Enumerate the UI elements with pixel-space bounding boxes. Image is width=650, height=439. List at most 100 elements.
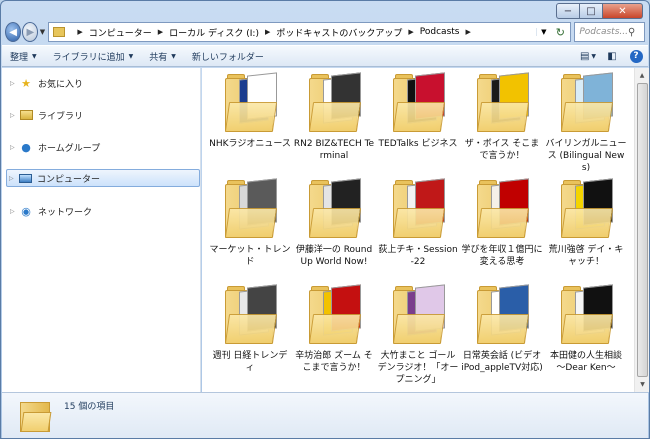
nav-item-label: コンピューター (37, 174, 101, 185)
folder-label: 大竹まこと ゴールデンラジオ！「オープニング」 (377, 351, 459, 385)
breadcrumb-podcasts[interactable]: Podcasts (420, 27, 460, 37)
vertical-scrollbar[interactable]: ▲ ▼ (634, 68, 649, 392)
folder-item[interactable]: 荻上チキ・Session-22 (376, 174, 460, 280)
computer-icon (18, 172, 32, 185)
folder-item[interactable]: マーケット・トレンド (208, 174, 292, 280)
expand-triangle-icon[interactable]: ▷ (10, 80, 18, 87)
maximize-button[interactable]: □ (580, 3, 603, 19)
folder-label: バイリンガルニュース (Bilingual News) (545, 139, 627, 173)
folder-item[interactable]: 週刊 日経トレンディ (208, 280, 292, 386)
folder-icon (476, 178, 530, 240)
breadcrumb-local-disk[interactable]: ローカル ディスク (I:) (169, 26, 259, 39)
refresh-icon[interactable]: ↻ (550, 26, 570, 39)
nav-item-libraries[interactable]: ▷ ライブラリ (8, 106, 199, 124)
folder-item[interactable]: 学びを年収１億円に変える思考 (460, 174, 544, 280)
chevron-down-icon: ▼ (32, 52, 37, 60)
folder-label: RN2 BIZ&TECH Terminal (293, 139, 375, 161)
search-icon[interactable]: ⚲ (628, 27, 644, 38)
chevron-right-icon[interactable]: ▶ (408, 28, 413, 36)
back-button[interactable]: ◀ (5, 22, 22, 42)
chevron-down-icon: ▼ (128, 52, 134, 60)
folder-icon (224, 72, 278, 134)
library-icon (19, 109, 33, 122)
folder-icon (308, 284, 362, 346)
recent-pages-dropdown[interactable]: ▼ (38, 28, 46, 36)
minimize-button[interactable]: − (556, 3, 580, 19)
forward-arrow-icon: ▶ (26, 26, 35, 38)
expand-triangle-icon[interactable]: ▷ (10, 208, 18, 215)
search-input[interactable]: Podcasts... ⚲ (574, 22, 645, 42)
organize-button[interactable]: 整理 ▼ (2, 45, 45, 67)
folder-label: 荻上チキ・Session-22 (378, 245, 458, 267)
folder-label: ザ・ボイス そこまで言うか！ (464, 139, 540, 161)
folder-item[interactable]: 辛坊治郎 ズーム そこまで言うか！ (292, 280, 376, 386)
details-pane: 15 個の項目 (2, 392, 648, 438)
caption-buttons: − □ ✕ (556, 3, 643, 19)
close-button[interactable]: ✕ (603, 3, 643, 19)
folder-item[interactable]: 伊藤洋一の Round Up World Now! (292, 174, 376, 280)
folder-label: TEDTalks ビジネス (378, 139, 458, 149)
folder-icon (224, 178, 278, 240)
folder-icon (308, 72, 362, 134)
folder-label: 週刊 日経トレンディ (212, 351, 288, 373)
breadcrumb-computer[interactable]: コンピューター (89, 26, 152, 39)
new-folder-label: 新しいフォルダー (191, 52, 264, 63)
folder-icon (392, 178, 446, 240)
nav-item-label: ネットワーク (38, 207, 93, 218)
network-icon: ◉ (21, 204, 31, 218)
add-to-library-button[interactable]: ライブラリに追加 ▼ (45, 45, 142, 67)
share-label: 共有 (149, 52, 168, 63)
chevron-right-icon[interactable]: ▶ (465, 28, 470, 36)
address-dropdown-icon[interactable]: ▼ (536, 28, 550, 36)
back-arrow-icon: ◀ (9, 26, 17, 38)
folder-label: マーケット・トレンド (209, 245, 291, 267)
nav-item-computer[interactable]: ▷ コンピューター (6, 169, 200, 187)
help-button[interactable]: ? (624, 45, 648, 67)
folder-item[interactable]: 荒川強啓 デイ・キャッチ！ (544, 174, 628, 280)
view-options-icon[interactable]: ▤ ▼ (576, 45, 600, 67)
folder-icon (53, 27, 66, 37)
new-folder-button[interactable]: 新しいフォルダー (184, 45, 272, 67)
preview-pane-icon[interactable]: ◧ (600, 45, 624, 67)
nav-item-favorites[interactable]: ▷ ★ お気に入り (8, 74, 199, 92)
address-bar[interactable]: ▶ コンピューター ▶ ローカル ディスク (I:) ▶ ポッドキャストのバック… (48, 22, 572, 42)
share-button[interactable]: 共有 ▼ (141, 45, 184, 67)
add-to-library-label: ライブラリに追加 (52, 52, 125, 63)
scroll-down-icon[interactable]: ▼ (635, 377, 649, 392)
command-bar: 整理 ▼ ライブラリに追加 ▼ 共有 ▼ 新しいフォルダー ▤ ▼ ◧ ? (2, 45, 648, 67)
nav-item-homegroup[interactable]: ▷ ● ホームグループ (8, 138, 199, 156)
folder-icon (476, 72, 530, 134)
folder-item[interactable]: 本田健の人生相談 ～Dear Ken～ (544, 280, 628, 386)
folder-item[interactable]: ザ・ボイス そこまで言うか！ (460, 68, 544, 174)
folder-label: 学びを年収１億円に変える思考 (461, 245, 543, 267)
help-icon: ? (629, 49, 643, 63)
folder-icon (560, 72, 614, 134)
folder-item[interactable]: NHKラジオニュース (208, 68, 292, 174)
chevron-right-icon[interactable]: ▶ (265, 28, 270, 36)
chevron-right-icon[interactable]: ▶ (77, 28, 82, 36)
folder-item[interactable]: TEDTalks ビジネス (376, 68, 460, 174)
folder-item[interactable]: バイリンガルニュース (Bilingual News) (544, 68, 628, 174)
expand-triangle-icon[interactable]: ▷ (10, 112, 18, 119)
explorer-window: − □ ✕ ◀ ▶ ▼ ▶ コンピューター ▶ ローカル ディスク (I:) ▶… (0, 0, 650, 439)
forward-button[interactable]: ▶ (22, 22, 39, 42)
folder-item[interactable]: 日常英会話 (ビデオ iPod_appleTV対応) (460, 280, 544, 386)
folder-item[interactable]: RN2 BIZ&TECH Terminal (292, 68, 376, 174)
star-icon: ★ (21, 76, 31, 90)
breadcrumb-podcast-backup[interactable]: ポッドキャストのバックアップ (276, 26, 402, 39)
chevron-right-icon[interactable]: ▶ (158, 28, 163, 36)
folder-label: 伊藤洋一の Round Up World Now! (295, 245, 373, 267)
scrollbar-thumb[interactable] (637, 83, 648, 377)
organize-label: 整理 (10, 52, 29, 63)
expand-triangle-icon[interactable]: ▷ (9, 175, 17, 182)
scroll-up-icon[interactable]: ▲ (635, 68, 649, 83)
homegroup-icon: ● (21, 140, 31, 154)
nav-item-label: ライブラリ (38, 111, 84, 122)
folder-icon (392, 72, 446, 134)
folder-label: 荒川強啓 デイ・キャッチ！ (548, 245, 624, 267)
nav-item-network[interactable]: ▷ ◉ ネットワーク (8, 202, 199, 220)
chevron-down-icon: ▼ (171, 52, 176, 60)
search-placeholder: Podcasts... (579, 27, 628, 37)
folder-item[interactable]: 大竹まこと ゴールデンラジオ！「オープニング」 (376, 280, 460, 386)
expand-triangle-icon[interactable]: ▷ (10, 144, 18, 151)
